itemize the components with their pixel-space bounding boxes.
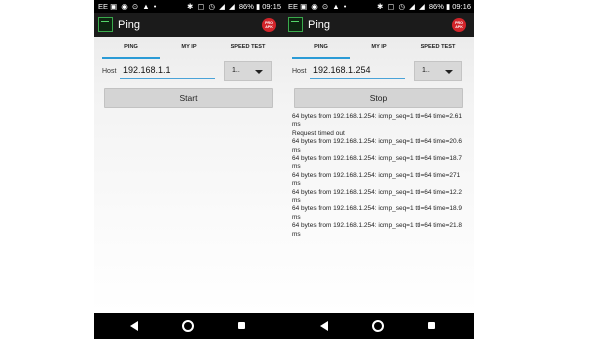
count-dropdown[interactable]: 1.. — [414, 61, 462, 81]
nav-bar — [284, 313, 474, 339]
app-title: Ping — [308, 19, 331, 31]
battery-icon: ▮ — [445, 2, 451, 11]
carrier-label: EE — [288, 2, 299, 11]
status-left: EE ▣ ◉ ⊙ ▲ • — [288, 0, 347, 13]
back-icon[interactable] — [320, 321, 328, 331]
phone-screen-left: EE ▣ ◉ ⊙ ▲ • ✱ ▢ ◷ ◢ ◢ 86% ▮ 09:15 Ping … — [94, 0, 284, 339]
system-icons: ✱ ▢ ◷ ◢ ◢ — [187, 2, 239, 11]
app-bar: Ping PRO APK — [94, 13, 284, 37]
tab-speed-test[interactable]: SPEED TEST — [408, 40, 468, 60]
tab-speed-test[interactable]: SPEED TEST — [218, 40, 278, 60]
output-line: 64 bytes from 192.168.1.254: icmp_seq=1 … — [292, 155, 464, 171]
active-tab-indicator — [102, 57, 160, 59]
host-label: Host — [102, 68, 117, 75]
phone-screen-right: EE ▣ ◉ ⊙ ▲ • ✱ ▢ ◷ ◢ ◢ 86% ▮ 09:16 Ping … — [284, 0, 474, 339]
recent-apps-icon[interactable] — [238, 322, 245, 329]
app-logo-icon — [288, 17, 303, 32]
output-line: 64 bytes from 192.168.1.254: icmp_seq=1 … — [292, 188, 464, 205]
clock: 09:16 — [452, 2, 471, 11]
tab-my-ip[interactable]: MY IP — [350, 40, 408, 60]
ping-output: 64 bytes from 192.168.1.254: icmp_seq=1 … — [292, 113, 470, 239]
back-icon[interactable] — [130, 321, 138, 331]
pro-badge[interactable]: PRO APK — [452, 18, 466, 32]
status-left: EE ▣ ◉ ⊙ ▲ • — [98, 0, 157, 13]
home-icon[interactable] — [182, 320, 194, 332]
tab-my-ip[interactable]: MY IP — [160, 40, 218, 60]
chevron-down-icon — [255, 70, 263, 74]
start-button[interactable]: Start — [104, 88, 273, 108]
recent-apps-icon[interactable] — [428, 322, 435, 329]
host-input[interactable]: 192.168.1.254 — [310, 63, 405, 79]
count-value: 1.. — [232, 67, 240, 74]
system-icons: ✱ ▢ ◷ ◢ ◢ — [377, 2, 429, 11]
count-value: 1.. — [422, 67, 430, 74]
app-bar: Ping PRO APK — [284, 13, 474, 37]
nav-bar — [94, 313, 284, 339]
battery-icon: ▮ — [255, 2, 261, 11]
output-line: 64 bytes from 192.168.1.254: icmp_seq=1 … — [292, 171, 463, 188]
output-line: 64 bytes from 192.168.1.254: icmp_seq=1 … — [292, 138, 464, 154]
app-title: Ping — [118, 19, 141, 31]
battery-percent: 86% — [428, 2, 444, 11]
tab-bar: PING MY IP SPEED TEST — [292, 40, 468, 60]
clock: 09:15 — [262, 2, 281, 11]
host-label: Host — [292, 68, 307, 75]
battery-percent: 86% — [238, 2, 254, 11]
output-line: 64 bytes from 192.168.1.254: icmp_seq=1 … — [292, 222, 464, 238]
output-line: 64 bytes from 192.168.1.254: icmp_seq=1 … — [292, 113, 464, 129]
status-bar: EE ▣ ◉ ⊙ ▲ • ✱ ▢ ◷ ◢ ◢ 86% ▮ 09:16 — [284, 0, 474, 13]
output-line: Request timed out — [292, 129, 345, 137]
home-icon[interactable] — [372, 320, 384, 332]
output-line: 64 bytes from 192.168.1.254: icmp_seq=1 … — [292, 205, 464, 221]
stop-button[interactable]: Stop — [294, 88, 463, 108]
notification-icons: ▣ ◉ ⊙ ▲ • — [110, 2, 158, 11]
notification-icons: ▣ ◉ ⊙ ▲ • — [300, 2, 348, 11]
status-right: ✱ ▢ ◷ ◢ ◢ 86% ▮ 09:15 — [187, 0, 281, 13]
host-input[interactable]: 192.168.1.1 — [120, 63, 215, 79]
status-right: ✱ ▢ ◷ ◢ ◢ 86% ▮ 09:16 — [377, 0, 471, 13]
chevron-down-icon — [445, 70, 453, 74]
active-tab-indicator — [292, 57, 350, 59]
tab-bar: PING MY IP SPEED TEST — [102, 40, 278, 60]
app-logo-icon — [98, 17, 113, 32]
status-bar: EE ▣ ◉ ⊙ ▲ • ✱ ▢ ◷ ◢ ◢ 86% ▮ 09:15 — [94, 0, 284, 13]
carrier-label: EE — [98, 2, 109, 11]
pro-badge[interactable]: PRO APK — [262, 18, 276, 32]
count-dropdown[interactable]: 1.. — [224, 61, 272, 81]
